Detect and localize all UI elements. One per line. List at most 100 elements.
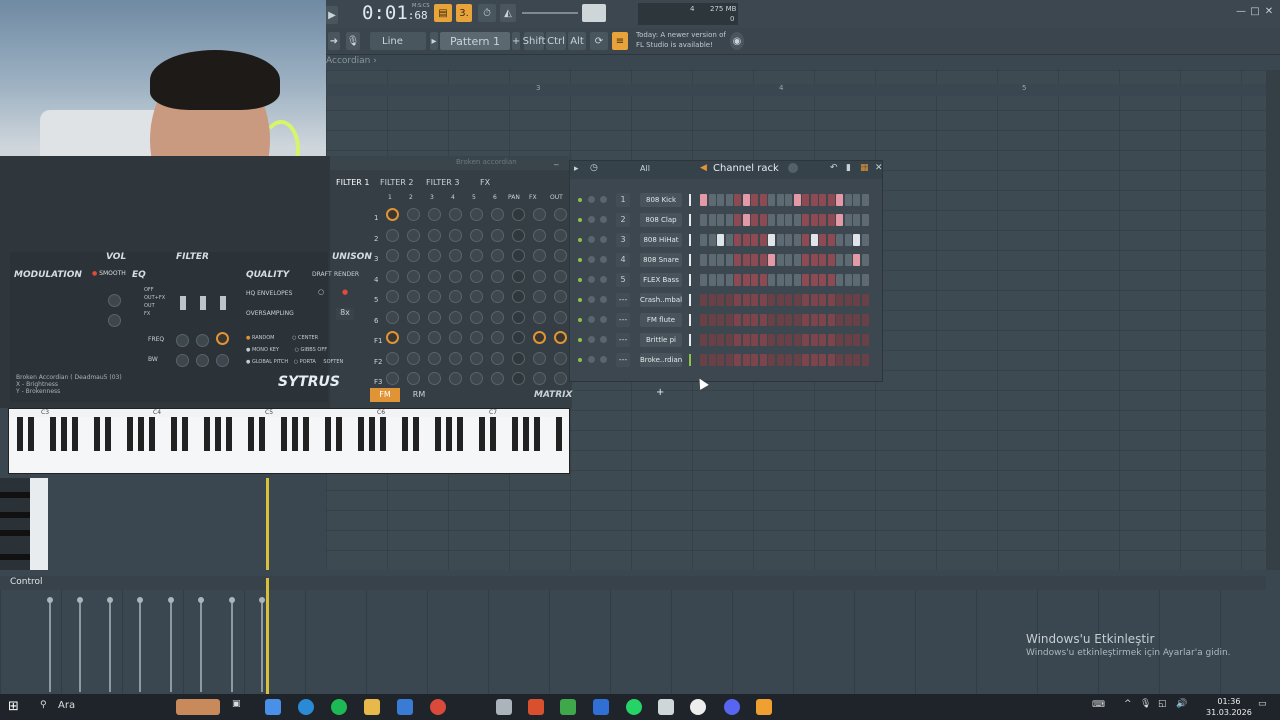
matrix-knob[interactable] [449,208,462,221]
black-key[interactable] [369,417,375,451]
step-button[interactable] [802,214,809,226]
matrix-knob[interactable] [470,290,483,303]
news-panel[interactable]: Today: A newer version of FL Studio is a… [636,30,736,52]
ctrl-button[interactable]: Ctrl [546,32,566,50]
step-button[interactable] [725,254,733,266]
eq-mode-list[interactable]: OFF OUT+FX OUT FX [144,286,165,318]
task-view-icon[interactable]: ▣ [232,699,248,715]
channel-name-button[interactable]: 808 Snare [640,253,682,267]
black-key[interactable] [446,417,452,451]
channel-mute-led[interactable] [578,338,582,342]
step-button[interactable] [861,254,869,266]
step-button[interactable] [802,254,809,266]
matrix-knob[interactable] [512,372,525,385]
step-button[interactable] [768,334,775,346]
step-button[interactable] [802,354,809,366]
matrix-knob[interactable] [554,228,567,242]
hq-toggle-1[interactable]: ○ [318,288,324,296]
step-button[interactable] [793,254,801,266]
step-button[interactable] [742,254,750,266]
step-button[interactable] [819,274,826,286]
step-button[interactable] [725,274,733,286]
master-volume-slider[interactable] [522,12,578,14]
step-button[interactable] [751,194,758,206]
step-button[interactable] [861,334,869,346]
matrix-knob[interactable] [491,228,504,242]
step-button[interactable] [793,214,801,226]
network-icon[interactable]: ◱ [1158,699,1167,709]
copilot-icon[interactable] [265,699,281,715]
channel-volume-knob[interactable] [600,336,607,343]
channel-row[interactable]: 3 808 HiHat [570,231,884,249]
step-button[interactable] [819,194,826,206]
step-button[interactable] [853,274,860,286]
step-button[interactable] [759,294,767,306]
step-button[interactable] [836,194,843,206]
matrix-knob[interactable] [407,310,420,324]
matrix-knob[interactable] [428,290,441,303]
step-button[interactable] [793,194,801,206]
chrome-icon[interactable] [430,699,446,715]
matrix-knob[interactable] [533,249,546,262]
matrix-knob[interactable] [449,290,462,303]
matrix-knob[interactable] [554,310,567,324]
tab-fx[interactable]: FX [480,178,490,187]
step-button[interactable] [827,294,835,306]
step-button[interactable] [844,294,852,306]
channel-mute-led[interactable] [578,218,582,222]
step-button[interactable] [708,254,716,266]
chevron-up-icon[interactable]: ^ [1124,699,1132,709]
step-button[interactable] [700,194,707,206]
step-button[interactable] [853,194,860,206]
bw-knob-2[interactable] [196,354,209,367]
step-button[interactable] [853,254,860,266]
playlist-breadcrumb[interactable]: Accordian › [326,56,446,68]
step-button[interactable] [751,274,758,286]
step-button[interactable] [768,294,775,306]
black-key[interactable] [556,417,562,451]
matrix-knob[interactable] [449,351,462,365]
matrix-knob[interactable] [512,249,525,262]
matrix-knob[interactable] [554,331,567,344]
step-button[interactable] [793,314,801,326]
channel-volume-knob[interactable] [600,276,607,283]
black-key[interactable] [380,417,386,451]
channel-mute-led[interactable] [578,358,582,362]
group-filter-select[interactable]: All [640,164,650,173]
channel-number[interactable]: 3 [616,233,630,247]
step-button[interactable] [836,314,843,326]
step-button[interactable] [700,274,707,286]
step-button[interactable] [751,354,758,366]
step-button[interactable] [776,314,784,326]
step-button[interactable] [742,314,750,326]
matrix-knob[interactable] [386,331,399,344]
matrix-knob[interactable] [512,228,525,242]
channel-name-button[interactable]: Brittle pi [640,333,682,347]
black-key[interactable] [105,417,111,451]
step-button[interactable] [776,274,784,286]
channel-select-bar[interactable] [689,274,691,286]
step-button[interactable] [793,354,801,366]
channel-name-button[interactable]: 808 Clap [640,213,682,227]
volume-icon[interactable]: 🔊 [1176,699,1187,709]
channel-name-button[interactable]: 808 HiHat [640,233,682,247]
step-button[interactable] [810,294,818,306]
step-button[interactable] [725,334,733,346]
channel-volume-knob[interactable] [600,196,607,203]
matrix-knob[interactable] [491,290,504,303]
matrix-knob[interactable] [470,372,483,385]
matrix-knob[interactable] [407,372,420,385]
step-button[interactable] [810,194,818,206]
step-button[interactable] [708,194,716,206]
white-keys[interactable] [30,478,48,570]
step-button[interactable] [708,214,716,226]
spotify-icon[interactable] [331,699,347,715]
step-button[interactable] [853,234,860,246]
step-button[interactable] [827,274,835,286]
black-key[interactable] [72,417,78,451]
pattern-prev-icon[interactable]: ▸ [430,32,438,50]
step-button[interactable] [717,254,724,266]
matrix-knob[interactable] [386,372,399,385]
step-button[interactable] [819,314,826,326]
step-button[interactable] [751,254,758,266]
